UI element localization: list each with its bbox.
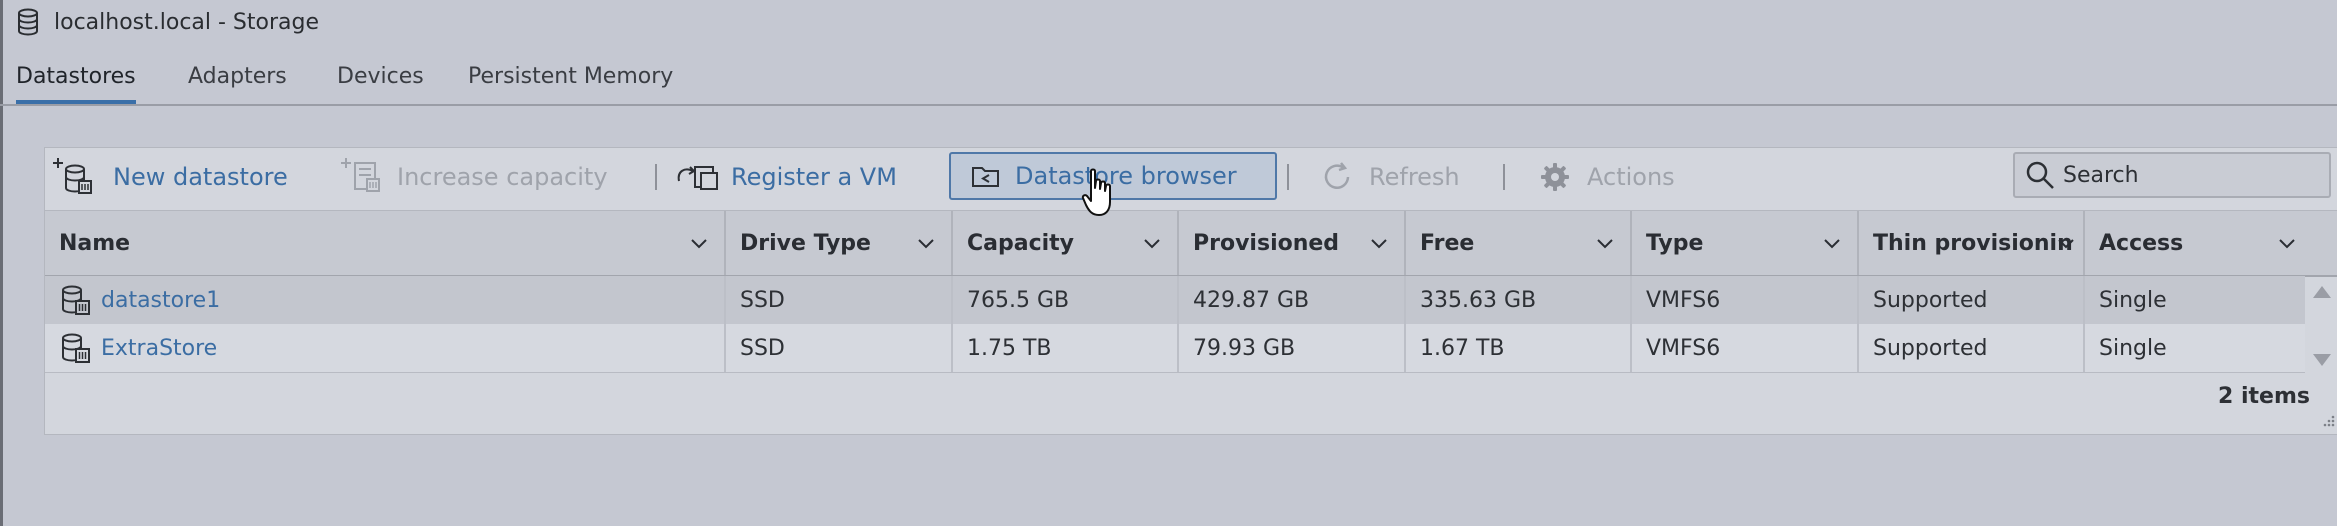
cell-type: VMFS6	[1632, 276, 1859, 324]
datastore-browser-icon	[972, 167, 999, 187]
column-header-label: Type	[1646, 230, 1704, 256]
tab-label: Persistent Memory	[468, 64, 674, 89]
chevron-down-icon[interactable]	[2057, 234, 2075, 252]
column-header-label: Free	[1420, 230, 1475, 256]
search-icon	[2026, 161, 2054, 189]
cell-capacity: 765.5 GB	[953, 276, 1179, 324]
cell-capacity: 1.75 TB	[953, 324, 1179, 372]
scroll-down-arrow[interactable]	[2313, 354, 2331, 366]
datastore-icon	[62, 285, 90, 315]
title-bar: localhost.local - Storage	[16, 6, 319, 38]
column-header-type[interactable]: Type	[1632, 211, 1859, 275]
cell-type: VMFS6	[1632, 324, 1859, 372]
tab-label: Devices	[337, 64, 424, 89]
cell-name: ExtraStore	[45, 324, 726, 372]
increase-capacity-button[interactable]: Increase capacity	[339, 148, 608, 206]
cell-provisioned: 79.93 GB	[1179, 324, 1406, 372]
column-header-free[interactable]: Free	[1406, 211, 1632, 275]
tab-label: Datastores	[16, 64, 136, 89]
refresh-label: Refresh	[1369, 163, 1460, 191]
column-header-label: Thin provisioning	[1873, 230, 2073, 256]
column-header-name[interactable]: Name	[45, 211, 726, 275]
new-datastore-button[interactable]: New datastore	[51, 148, 288, 206]
resize-grip-icon[interactable]	[2320, 414, 2336, 428]
increase-capacity-label: Increase capacity	[397, 163, 608, 191]
column-header-label: Name	[59, 230, 131, 256]
search-box[interactable]	[2013, 152, 2331, 198]
actions-label: Actions	[1587, 163, 1675, 191]
new-datastore-label: New datastore	[113, 163, 288, 191]
column-header-drive-type[interactable]: Drive Type	[726, 211, 953, 275]
datastore-browser-label: Datastore browser	[1015, 162, 1237, 190]
datastore-link[interactable]: datastore1	[101, 288, 220, 313]
tab-devices[interactable]: Devices	[337, 60, 424, 100]
cell-name: datastore1	[45, 276, 726, 324]
toolbar-separator	[655, 164, 657, 190]
column-header-label: Drive Type	[740, 230, 871, 256]
page-title: localhost.local - Storage	[54, 9, 320, 35]
search-input[interactable]	[2063, 162, 2313, 188]
tab-label: Adapters	[188, 64, 287, 89]
datastore-link[interactable]: ExtraStore	[101, 336, 217, 361]
tab-bar: Datastores Adapters Devices Persistent M…	[0, 54, 2337, 106]
toolbar-separator	[1287, 164, 1289, 190]
cell-free: 335.63 GB	[1406, 276, 1632, 324]
column-header-label: Access	[2099, 230, 2184, 256]
register-vm-icon	[677, 166, 718, 190]
cell-provisioned: 429.87 GB	[1179, 276, 1406, 324]
table-row[interactable]: ExtraStore SSD 1.75 TB 79.93 GB 1.67 TB …	[45, 324, 2305, 373]
increase-capacity-icon	[341, 158, 380, 192]
tab-persistent-memory[interactable]: Persistent Memory	[468, 60, 673, 100]
chevron-down-icon[interactable]	[1143, 234, 1161, 252]
database-icon	[18, 8, 38, 36]
actions-button[interactable]: Actions	[1539, 148, 1675, 206]
refresh-button[interactable]: Refresh	[1321, 148, 1460, 206]
tab-adapters[interactable]: Adapters	[188, 60, 287, 100]
tab-datastores[interactable]: Datastores	[16, 60, 136, 104]
scroll-up-arrow[interactable]	[2313, 286, 2331, 298]
datastore-icon	[62, 333, 90, 363]
column-header-access[interactable]: Access	[2085, 211, 2337, 275]
cell-free: 1.67 TB	[1406, 324, 1632, 372]
toolbar-separator	[1503, 164, 1505, 190]
register-vm-label: Register a VM	[731, 163, 897, 191]
cell-drive-type: SSD	[726, 276, 953, 324]
chevron-down-icon[interactable]	[2278, 234, 2296, 252]
column-header-provisioned[interactable]: Provisioned	[1179, 211, 1406, 275]
cell-thin-provisioning: Supported	[1859, 324, 2085, 372]
cell-thin-provisioning: Supported	[1859, 276, 2085, 324]
register-vm-button[interactable]: Register a VM	[675, 148, 897, 206]
gear-icon	[1541, 163, 1569, 191]
chevron-down-icon[interactable]	[1370, 234, 1388, 252]
chevron-down-icon[interactable]	[917, 234, 935, 252]
new-datastore-icon	[53, 158, 92, 194]
cell-access: Single	[2099, 287, 2167, 313]
toolbar: New datastore Increase capacity Register…	[45, 148, 2337, 208]
chevron-down-icon[interactable]	[1823, 234, 1841, 252]
vertical-scrollbar[interactable]	[2307, 278, 2337, 374]
datastores-panel: New datastore Increase capacity Register…	[44, 147, 2337, 435]
column-header-label: Provisioned	[1193, 230, 1340, 256]
chevron-down-icon[interactable]	[1596, 234, 1614, 252]
refresh-icon	[1324, 162, 1350, 189]
table-row[interactable]: datastore1 SSD 765.5 GB 429.87 GB 335.63…	[45, 276, 2305, 324]
hand-pointer-cursor-icon	[1081, 168, 1111, 216]
cell-access: Single	[2099, 335, 2167, 361]
cell-drive-type: SSD	[726, 324, 953, 372]
column-header-label: Capacity	[967, 230, 1075, 256]
table-header: Name Drive Type Capacity Provisioned Fre…	[45, 210, 2337, 277]
column-header-capacity[interactable]: Capacity	[953, 211, 1179, 275]
column-header-thin-provisioning[interactable]: Thin provisioning	[1859, 211, 2085, 275]
item-count: 2 items	[2218, 384, 2310, 409]
chevron-down-icon[interactable]	[690, 234, 708, 252]
